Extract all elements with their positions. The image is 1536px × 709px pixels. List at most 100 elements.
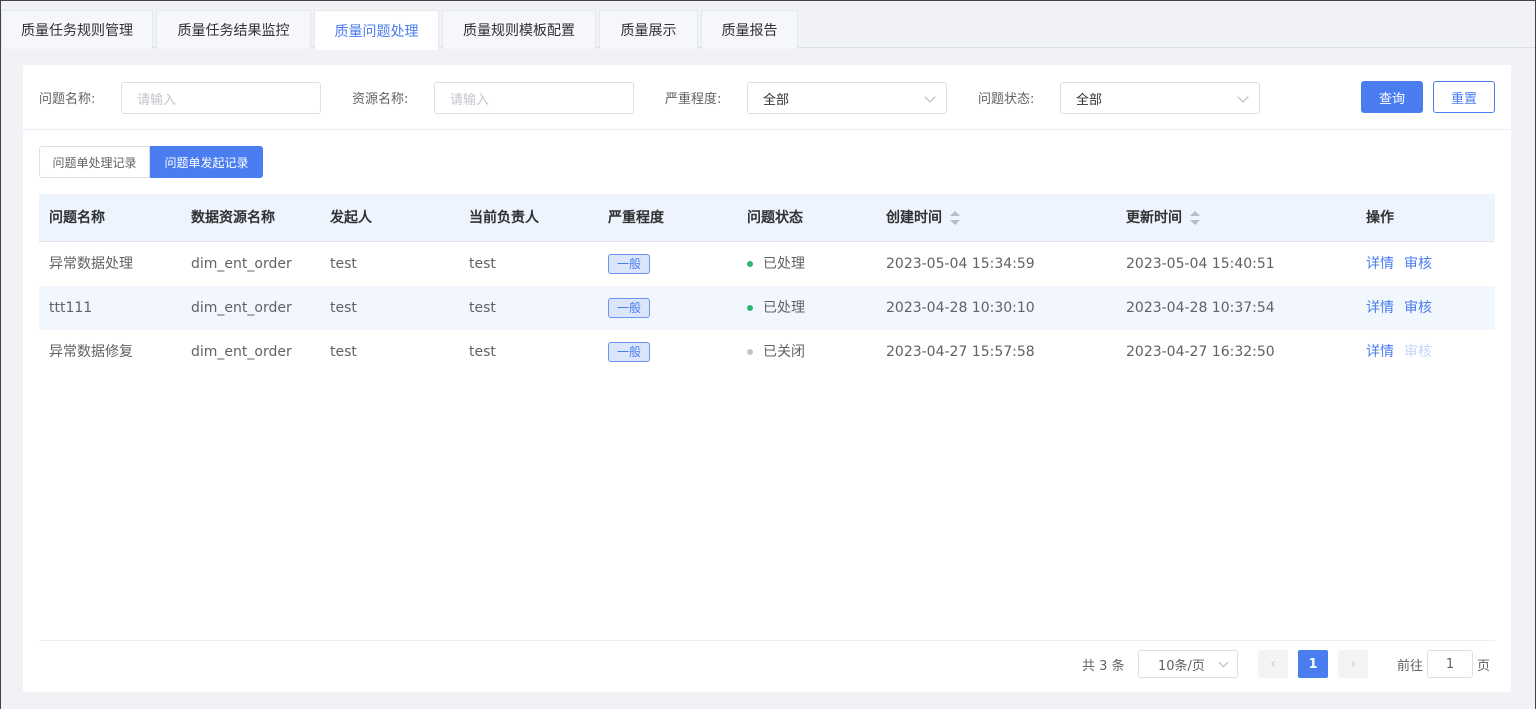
col-resource-name: 数据资源名称 — [191, 209, 275, 226]
chevron-right-icon: › — [1350, 656, 1356, 672]
cell-initiator: test — [330, 256, 357, 272]
cell-resource-name: dim_ent_order — [191, 256, 292, 272]
cell-resource-name: dim_ent_order — [191, 344, 292, 360]
cell-severity: 一般 — [608, 330, 651, 374]
resource-name-placeholder: 请输入 — [450, 92, 490, 108]
page-size-value: 10条/页 — [1158, 658, 1205, 674]
cell-actions: 详情 审核 — [1366, 286, 1442, 330]
resource-name-input[interactable]: 请输入 — [434, 82, 634, 114]
next-page-button[interactable]: › — [1338, 650, 1368, 678]
cell-created-time: 2023-04-27 15:57:58 — [886, 344, 1035, 360]
issue-name-input[interactable]: 请输入 — [121, 82, 321, 114]
filter-bar: 问题名称: 请输入 资源名称: 请输入 严重程度: 全部 问题状态: 全部 查询… — [23, 65, 1511, 130]
status-label: 问题状态: — [978, 92, 1035, 107]
col-created-time-label: 创建时间 — [886, 209, 942, 226]
tab-rule-template-config[interactable]: 质量规则模板配置 — [442, 10, 596, 49]
cell-status: 已关闭 — [747, 330, 805, 374]
status-dot-icon — [747, 261, 753, 267]
status-dot-icon — [747, 305, 753, 311]
cell-actions: 详情 审核 — [1366, 242, 1442, 286]
sort-icon[interactable] — [950, 211, 960, 225]
goto-page-input[interactable]: 1 — [1427, 650, 1473, 678]
status-select-value: 全部 — [1076, 92, 1103, 108]
cell-issue-name: 异常数据处理 — [49, 256, 133, 272]
tab-quality-report[interactable]: 质量报告 — [701, 10, 798, 49]
main-panel: 问题名称: 请输入 资源名称: 请输入 严重程度: 全部 问题状态: 全部 查询… — [23, 65, 1511, 692]
col-severity: 严重程度 — [608, 209, 664, 226]
col-initiator: 发起人 — [330, 209, 372, 226]
col-status: 问题状态 — [747, 209, 803, 226]
cell-initiator: test — [330, 344, 357, 360]
col-updated-time-label: 更新时间 — [1126, 209, 1182, 226]
table-row: 异常数据修复 dim_ent_order test test 一般 已关闭 2023-04-… — [39, 330, 1495, 374]
cell-issue-name: ttt111 — [49, 300, 93, 316]
status-text: 已处理 — [763, 300, 805, 316]
page-size-select[interactable]: 10条/页 — [1138, 650, 1238, 678]
cell-severity: 一般 — [608, 286, 651, 330]
segment-initiated-records[interactable]: 问题单发起记录 — [150, 146, 263, 178]
tab-quality-display[interactable]: 质量展示 — [599, 10, 698, 49]
status-text: 已处理 — [763, 256, 805, 272]
chevron-down-icon — [924, 91, 936, 103]
pagination-total: 共 3 条 — [1082, 659, 1125, 674]
detail-link[interactable]: 详情 — [1366, 300, 1394, 316]
cell-issue-name: 异常数据修复 — [49, 344, 133, 360]
cell-status: 已处理 — [747, 286, 805, 330]
tab-task-rule-management[interactable]: 质量任务规则管理 — [1, 10, 153, 49]
issue-name-label: 问题名称: — [39, 92, 96, 107]
cell-actions: 详情 审核 — [1366, 330, 1442, 374]
pager-divider — [39, 640, 1495, 641]
sort-icon[interactable] — [1190, 211, 1200, 225]
cell-created-time: 2023-05-04 15:34:59 — [886, 256, 1035, 272]
severity-select-value: 全部 — [763, 92, 790, 108]
cell-owner: test — [469, 300, 496, 316]
segment-handled-records[interactable]: 问题单处理记录 — [39, 146, 150, 178]
cell-status: 已处理 — [747, 242, 805, 286]
chevron-down-icon — [1237, 91, 1249, 103]
detail-link[interactable]: 详情 — [1366, 344, 1394, 360]
tab-issue-handling[interactable]: 质量问题处理 — [314, 10, 439, 50]
issue-name-placeholder: 请输入 — [137, 92, 177, 108]
cell-owner: test — [469, 256, 496, 272]
review-link[interactable]: 审核 — [1404, 256, 1432, 272]
review-link: 审核 — [1404, 344, 1432, 360]
goto-prefix: 前往 — [1397, 659, 1424, 674]
severity-label: 严重程度: — [665, 92, 722, 107]
table-row: 异常数据处理 dim_ent_order test test 一般 已处理 2023-05-… — [39, 242, 1495, 286]
severity-tag: 一般 — [608, 298, 651, 318]
reset-button[interactable]: 重置 — [1433, 81, 1495, 113]
col-owner: 当前负责人 — [469, 209, 539, 226]
table-body: 异常数据处理 dim_ent_order test test 一般 已处理 2023-05-… — [39, 242, 1495, 374]
cell-initiator: test — [330, 300, 357, 316]
tab-bar: 质量任务规则管理 质量任务结果监控 质量问题处理 质量规则模板配置 质量展示 质… — [1, 1, 1535, 50]
severity-select[interactable]: 全部 — [747, 82, 947, 114]
chevron-down-icon — [1218, 657, 1229, 668]
issue-table: 问题名称 数据资源名称 发起人 当前负责人 严重程度 问题状态 创建时间 更新时… — [39, 194, 1495, 374]
cell-created-time: 2023-04-28 10:30:10 — [886, 300, 1035, 316]
status-dot-icon — [747, 349, 753, 355]
col-issue-name: 问题名称 — [49, 209, 105, 226]
review-link[interactable]: 审核 — [1404, 300, 1432, 316]
col-updated-time[interactable]: 更新时间 — [1126, 194, 1200, 242]
cell-updated-time: 2023-05-04 15:40:51 — [1126, 256, 1275, 272]
query-button[interactable]: 查询 — [1361, 81, 1423, 113]
goto-suffix: 页 — [1477, 659, 1491, 674]
cell-updated-time: 2023-04-27 16:32:50 — [1126, 344, 1275, 360]
cell-owner: test — [469, 344, 496, 360]
cell-severity: 一般 — [608, 242, 651, 286]
prev-page-button[interactable]: ‹ — [1258, 650, 1288, 678]
status-text: 已关闭 — [763, 344, 805, 360]
tab-task-result-monitoring[interactable]: 质量任务结果监控 — [156, 10, 311, 49]
chevron-left-icon: ‹ — [1270, 656, 1276, 672]
page-number-current[interactable]: 1 — [1298, 650, 1328, 678]
table-row: ttt111 dim_ent_order test test 一般 已处理 2023-04-… — [39, 286, 1495, 330]
col-created-time[interactable]: 创建时间 — [886, 194, 960, 242]
cell-updated-time: 2023-04-28 10:37:54 — [1126, 300, 1275, 316]
severity-tag: 一般 — [608, 342, 651, 362]
status-select[interactable]: 全部 — [1060, 82, 1260, 114]
col-actions: 操作 — [1366, 209, 1394, 226]
severity-tag: 一般 — [608, 254, 651, 274]
table-header: 问题名称 数据资源名称 发起人 当前负责人 严重程度 问题状态 创建时间 更新时… — [39, 194, 1495, 242]
cell-resource-name: dim_ent_order — [191, 300, 292, 316]
detail-link[interactable]: 详情 — [1366, 256, 1394, 272]
